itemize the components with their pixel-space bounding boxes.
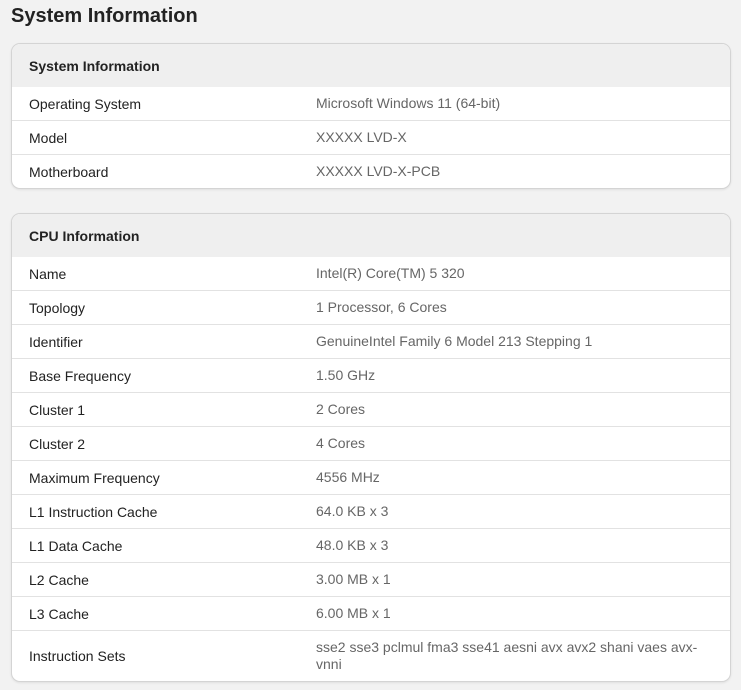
table-row: Cluster 1 2 Cores [12, 392, 730, 426]
row-value: 3.00 MB x 1 [316, 571, 391, 587]
table-row: Cluster 2 4 Cores [12, 426, 730, 460]
cpu-information-card: CPU Information Name Intel(R) Core(TM) 5 … [11, 213, 731, 682]
row-value: 1 Processor, 6 Cores [316, 299, 447, 315]
table-row: Instruction Sets sse2 sse3 pclmul fma3 ss… [12, 630, 730, 681]
row-label: Model [29, 129, 68, 146]
row-label: L1 Instruction Cache [29, 503, 158, 520]
card-title: CPU Information [12, 214, 730, 257]
row-value: 4556 MHz [316, 469, 380, 485]
table-row: Model XXXXX LVD-X [12, 120, 730, 154]
table-row: L1 Data Cache 48.0 KB x 3 [12, 528, 730, 562]
row-label: Identifier [29, 333, 83, 350]
page-title: System Information [11, 5, 198, 27]
row-label: Cluster 1 [29, 401, 86, 418]
table-row: Identifier GenuineIntel Family 6 Model 21… [12, 324, 730, 358]
table-row: Base Frequency 1.50 GHz [12, 358, 730, 392]
row-value: 64.0 KB x 3 [316, 503, 389, 519]
row-value: sse2 sse3 pclmul fma3 sse41 aesni avx av… [316, 639, 698, 672]
table-row: L1 Instruction Cache 64.0 KB x 3 [12, 494, 730, 528]
table-row: Motherboard XXXXX LVD-X-PCB [12, 154, 730, 188]
table-row: L2 Cache 3.00 MB x 1 [12, 562, 730, 596]
row-value: XXXXX LVD-X [316, 129, 407, 145]
table-row: Name Intel(R) Core(TM) 5 320 [12, 257, 730, 290]
row-value: 6.00 MB x 1 [316, 605, 391, 621]
row-value: 1.50 GHz [316, 367, 376, 383]
row-label: Base Frequency [29, 367, 131, 384]
table-row: Maximum Frequency 4556 MHz [12, 460, 730, 494]
row-label: L1 Data Cache [29, 537, 123, 554]
row-label: Motherboard [29, 163, 109, 180]
row-label: Cluster 2 [29, 435, 86, 452]
system-information-card: System Information Operating System Micro… [11, 43, 731, 189]
table-row: Operating System Microsoft Windows 11 (64… [12, 87, 730, 120]
row-label: Name [29, 265, 67, 282]
row-label: Maximum Frequency [29, 469, 160, 486]
row-value: GenuineIntel Family 6 Model 213 Stepping… [316, 333, 593, 349]
table-row: Topology 1 Processor, 6 Cores [12, 290, 730, 324]
row-value: 48.0 KB x 3 [316, 537, 389, 553]
row-value: Microsoft Windows 11 (64-bit) [316, 95, 501, 111]
row-value: XXXXX LVD-X-PCB [316, 163, 441, 179]
table-row: L3 Cache 6.00 MB x 1 [12, 596, 730, 630]
row-label: L2 Cache [29, 571, 89, 588]
row-label: Topology [29, 299, 86, 316]
row-label: Operating System [29, 95, 142, 112]
card-title: System Information [12, 44, 730, 87]
row-label: Instruction Sets [29, 648, 126, 664]
row-value: Intel(R) Core(TM) 5 320 [316, 265, 465, 281]
row-value: 4 Cores [316, 435, 366, 451]
row-label: L3 Cache [29, 605, 89, 622]
row-value: 2 Cores [316, 401, 366, 417]
